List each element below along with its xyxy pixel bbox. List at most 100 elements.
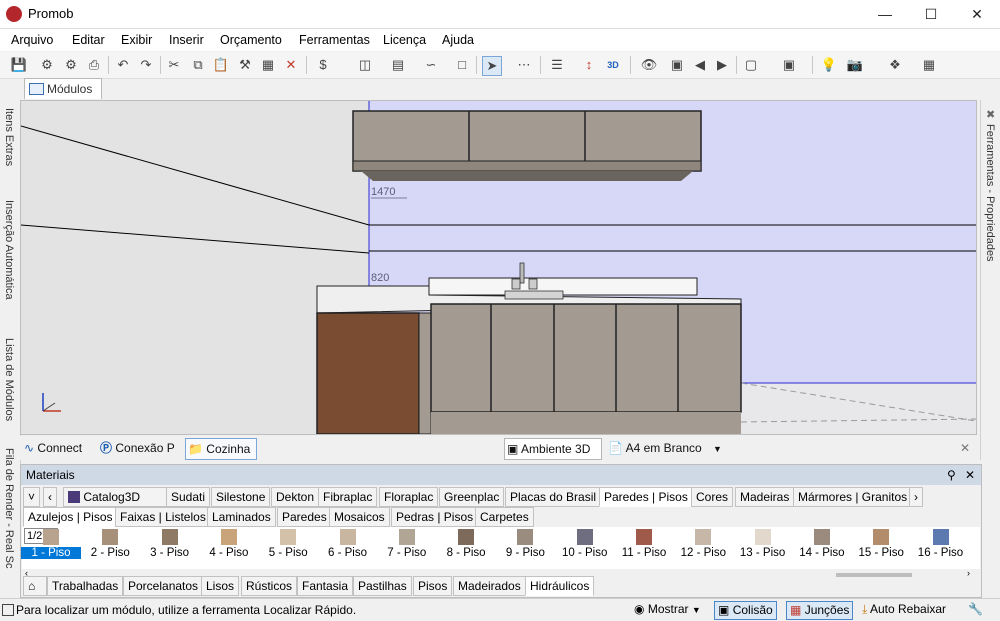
tab-silestone[interactable]: Silestone [211, 487, 271, 507]
subtab-faixas-listelos[interactable]: Faixas | Listelos [115, 507, 211, 527]
arrow-left-icon[interactable]: ◀ [691, 56, 709, 74]
material-item[interactable]: 7 - Piso [377, 529, 437, 567]
panel-lista-de-modulos[interactable]: Lista de Módulos [1, 338, 17, 442]
paste-icon[interactable]: 📋 [212, 56, 230, 74]
chevron-down-icon[interactable]: ˅ [23, 487, 41, 507]
tab-fibraplac[interactable]: Fibraplac [318, 487, 378, 507]
camera-icon[interactable]: 📷 [846, 56, 864, 74]
tab-dekton[interactable]: Dekton [271, 487, 320, 507]
close-tab-icon[interactable]: ✕ [960, 438, 970, 458]
btab-porcelanatos[interactable]: Porcelanatos [123, 576, 204, 596]
material-item[interactable]: 1 - Piso [21, 529, 81, 567]
copy-icon[interactable]: ⧉ [189, 56, 207, 74]
btab-rusticos[interactable]: Rústicos [241, 576, 298, 596]
wood-side-panel[interactable] [316, 312, 420, 434]
cut-icon[interactable]: ✂ [165, 56, 183, 74]
material-item[interactable]: 3 - Piso [140, 529, 200, 567]
move-icon[interactable]: ❖ [886, 56, 904, 74]
btab-fantasia[interactable]: Fantasia [297, 576, 354, 596]
material-item[interactable]: 10 - Piso [555, 529, 615, 567]
delete-icon[interactable]: ✕ [282, 56, 300, 74]
tab-marmores-granitos[interactable]: Mármores | Granitos [793, 487, 913, 507]
wrench-icon[interactable]: 🔧 [968, 601, 983, 618]
camera-frame-icon[interactable]: ▢ [742, 56, 760, 74]
subtab-pedras-pisos[interactable]: Pedras | Pisos [391, 507, 479, 527]
light-icon[interactable]: 💡 [820, 56, 838, 74]
3d-view-icon[interactable]: 3D [604, 56, 622, 74]
subtab-azulejos-pisos[interactable]: Azulejos | Pisos [23, 507, 118, 527]
scroll-right-icon[interactable]: › [967, 568, 970, 578]
tab-connect[interactable]: ∿ Connect [24, 438, 82, 458]
subtab-mosaicos[interactable]: Mosaicos [329, 507, 390, 527]
close-button[interactable]: ✕ [954, 0, 1000, 28]
redo-icon[interactable]: ↷ [137, 56, 155, 74]
subtab-carpetes[interactable]: Carpetes [475, 507, 534, 527]
tab-ambiente-3d[interactable]: ▣ Ambiente 3D [504, 438, 602, 460]
tab-floraplac[interactable]: Floraplac [379, 487, 439, 507]
close-panel-icon[interactable]: ✕ [965, 468, 975, 482]
auto-rebaixar-button[interactable]: ⤓ Auto Rebaixar [862, 601, 946, 618]
tab-cores[interactable]: Cores [691, 487, 734, 507]
tab-a4-em-branco[interactable]: 📄 A4 em Branco ▼ [608, 438, 722, 458]
panel-insercao-automatica[interactable]: Inserção Automática [1, 200, 17, 328]
home-icon[interactable]: ⌂ [23, 576, 47, 596]
tab-conexao-p[interactable]: Ⓟ Conexão P [100, 438, 175, 458]
scroll-left-icon[interactable]: ‹ [43, 487, 57, 507]
maximize-button[interactable]: ☐ [908, 0, 954, 28]
menu-ajuda[interactable]: Ajuda [442, 33, 474, 47]
material-item[interactable]: 11 - Piso [614, 529, 674, 567]
print-icon[interactable]: ⎙ [85, 56, 103, 74]
chevron-down-icon[interactable]: ▼ [713, 444, 722, 454]
material-item[interactable]: 14 - Piso [792, 529, 852, 567]
layers-icon[interactable]: ☰ [548, 56, 566, 74]
subtab-paredes[interactable]: Paredes [277, 507, 332, 527]
mostrar-button[interactable]: ◉ Mostrar ▼ [634, 601, 701, 618]
tab-sudati[interactable]: Sudati [166, 487, 211, 507]
panel-itens-extras[interactable]: Itens Extras [1, 108, 17, 198]
menu-ferramentas[interactable]: Ferramentas [299, 33, 370, 47]
align-icon[interactable]: ▤ [389, 56, 407, 74]
btab-pisos[interactable]: Pisos [413, 576, 453, 596]
undo-icon[interactable]: ↶ [114, 56, 132, 74]
material-item[interactable]: 5 - Piso [258, 529, 318, 567]
tab-paredes-pisos[interactable]: Paredes | Pisos [599, 487, 693, 507]
scroll-right-icon[interactable]: › [909, 487, 923, 507]
material-item[interactable]: 2 - Piso [80, 529, 140, 567]
measure-icon[interactable]: ↕ [580, 56, 598, 74]
menu-arquivo[interactable]: Arquivo [11, 33, 53, 47]
hammer-icon[interactable]: ⚒ [236, 56, 254, 74]
modules-tab[interactable]: Módulos [24, 78, 102, 99]
price-icon[interactable]: $ [314, 56, 332, 74]
material-item[interactable]: 9 - Piso [495, 529, 555, 567]
tab-madeiras[interactable]: Madeiras [735, 487, 795, 507]
box-icon[interactable]: ▣ [780, 56, 798, 74]
tab-placas-do-brasil[interactable]: Placas do Brasil [505, 487, 602, 507]
btab-pastilhas[interactable]: Pastilhas [353, 576, 412, 596]
menu-licenca[interactable]: Licença [383, 33, 426, 47]
btab-hidraulicos[interactable]: Hidráulicos [525, 576, 595, 596]
snap-points-icon[interactable]: ⋯ [515, 56, 533, 74]
select-cursor-icon[interactable]: ➤ [482, 56, 502, 76]
colisao-toggle[interactable]: ▣ Colisão [714, 601, 777, 620]
render-icon[interactable]: ⚙ [38, 56, 56, 74]
draw-curve-icon[interactable]: ∽ [422, 56, 440, 74]
btab-madeirados[interactable]: Madeirados [453, 576, 526, 596]
juncoes-toggle[interactable]: ▦ Junções [786, 601, 854, 620]
material-item[interactable]: 15 - Piso [851, 529, 911, 567]
scrollbar-thumb[interactable] [836, 573, 912, 577]
menu-exibir[interactable]: Exibir [121, 33, 152, 47]
tab-greenplac[interactable]: Greenplac [439, 487, 505, 507]
material-item[interactable]: 16 - Piso [911, 529, 971, 567]
save-icon[interactable]: 💾 [10, 56, 28, 74]
upper-cabinets[interactable] [352, 110, 702, 181]
lower-cabinets[interactable] [430, 303, 742, 434]
eye-icon[interactable]: 👁 [640, 56, 658, 74]
material-item[interactable]: 4 - Piso [199, 529, 259, 567]
group-icon[interactable]: ◫ [356, 56, 374, 74]
material-item[interactable]: 13 - Piso [733, 529, 793, 567]
panel-fila-de-render[interactable]: Fila de Render - Real Sc [1, 448, 17, 618]
door-icon[interactable]: □ [453, 56, 471, 74]
pin-icon[interactable]: ⚲ [947, 468, 956, 482]
tab-catalog3d[interactable]: Catalog3D [63, 487, 171, 507]
btab-trabalhadas[interactable]: Trabalhadas [47, 576, 124, 596]
